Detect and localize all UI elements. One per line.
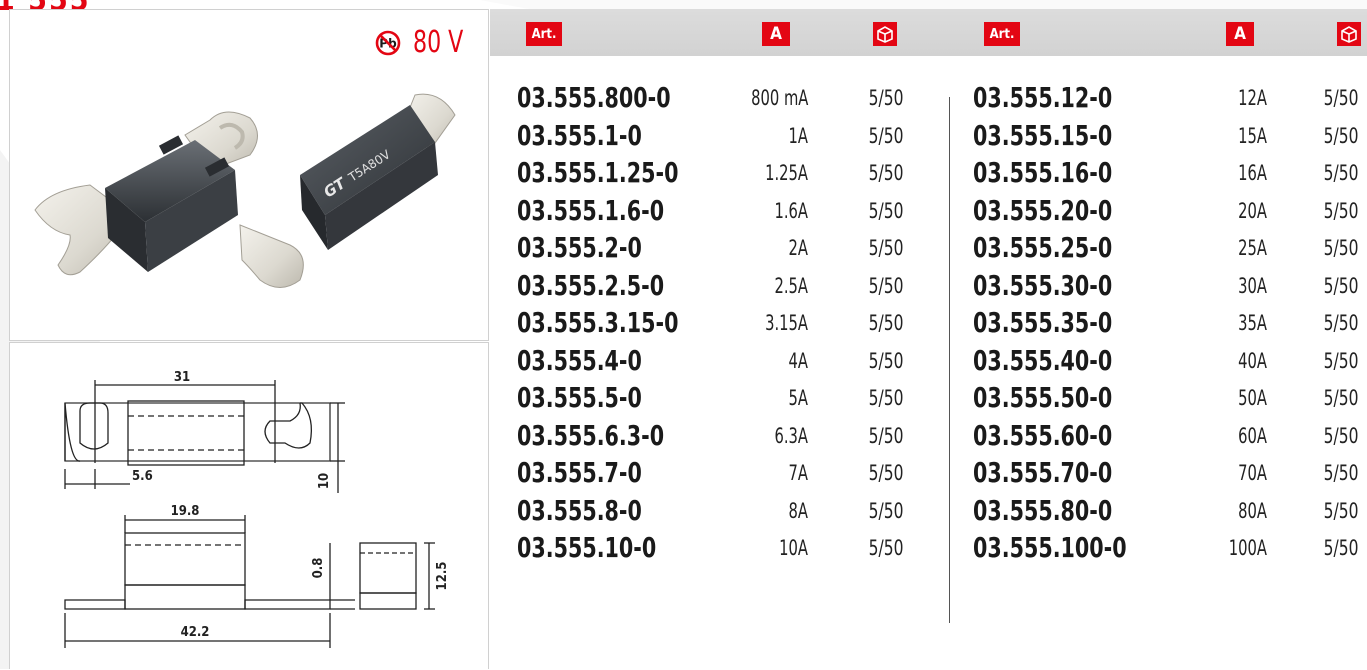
current-rating: 15A: [1238, 123, 1267, 148]
header-amp-label-left: A: [762, 22, 790, 46]
article-number: 03.555.40-0: [973, 343, 1113, 377]
packing-unit: 5/50: [1323, 161, 1358, 185]
table-row: 03.555.16-0 16A 5/50: [0, 156, 1367, 190]
packing-unit: 5/50: [1323, 348, 1358, 373]
current-rating: 35A: [1238, 311, 1267, 335]
packing-unit: 5/50: [1323, 461, 1358, 485]
header-amp-label-right: A: [1226, 22, 1254, 46]
current-rating: 12A: [1238, 86, 1267, 110]
article-number: 03.555.30-0: [973, 268, 1113, 302]
packing-unit: 5/50: [1323, 386, 1358, 410]
table-row: 03.555.35-0 35A 5/50: [0, 306, 1367, 340]
packing-unit: 5/50: [1323, 498, 1358, 523]
packing-unit: 5/50: [1323, 236, 1358, 260]
current-rating: 40A: [1238, 348, 1267, 373]
current-rating: 20A: [1238, 198, 1267, 223]
table-row: 03.555.80-0 80A 5/50: [0, 494, 1367, 528]
article-number: 03.555.12-0: [973, 81, 1113, 114]
table-row: 03.555.20-0 20A 5/50: [0, 194, 1367, 228]
dim-12-5: 12.5: [435, 562, 450, 591]
current-rating: 50A: [1238, 386, 1267, 410]
table-row: 03.555.60-0 60A 5/50: [0, 419, 1367, 453]
current-rating: 60A: [1238, 423, 1267, 448]
article-number: 03.555.20-0: [973, 193, 1113, 227]
current-rating: 25A: [1238, 236, 1267, 260]
table-row: 03.555.25-0 25A 5/50: [0, 231, 1367, 265]
table-row: 03.555.50-0 50A 5/50: [0, 381, 1367, 415]
article-number: 03.555.80-0: [973, 493, 1113, 527]
packing-unit: 5/50: [1323, 123, 1358, 148]
current-rating: 100A: [1228, 536, 1267, 560]
dim-42-2: 42.2: [181, 625, 210, 640]
article-number: 03.555.35-0: [973, 306, 1113, 339]
table-row: 03.555.40-0 40A 5/50: [0, 344, 1367, 378]
current-rating: 70A: [1238, 461, 1267, 485]
current-rating: 80A: [1238, 498, 1267, 523]
header-art-label-left: Art.: [526, 22, 562, 46]
package-box-icon: [1337, 22, 1361, 46]
article-number: 03.555.15-0: [973, 118, 1113, 152]
table-row: 03.555.12-0 12A 5/50: [0, 81, 1367, 115]
article-number: 03.555.100-0: [973, 531, 1127, 564]
table-row: 03.555.100-0 100A 5/50: [0, 531, 1367, 565]
article-number: 03.555.16-0: [973, 156, 1113, 189]
packing-unit: 5/50: [1323, 273, 1358, 298]
packing-unit: 5/50: [1323, 311, 1358, 335]
package-box-icon: [873, 22, 897, 46]
article-number: 03.555.50-0: [973, 381, 1113, 414]
article-number: 03.555.25-0: [973, 231, 1113, 264]
article-number: 03.555.70-0: [973, 456, 1113, 489]
article-number: 03.555.60-0: [973, 418, 1113, 452]
packing-unit: 5/50: [1323, 423, 1358, 448]
packing-unit: 5/50: [1323, 198, 1358, 223]
table-row: 03.555.70-0 70A 5/50: [0, 456, 1367, 490]
header-art-label-right: Art.: [984, 22, 1020, 46]
packing-unit: 5/50: [1323, 86, 1358, 110]
table-row: 03.555.15-0 15A 5/50: [0, 119, 1367, 153]
current-rating: 16A: [1238, 161, 1267, 185]
current-rating: 30A: [1238, 273, 1267, 298]
packing-unit: 5/50: [1323, 536, 1358, 560]
table-row: 03.555.30-0 30A 5/50: [0, 269, 1367, 303]
